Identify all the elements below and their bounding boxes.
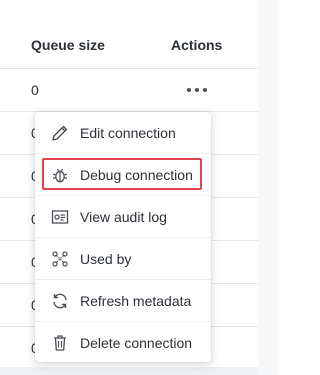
menu-item-label: Delete connection xyxy=(80,335,193,351)
refresh-icon xyxy=(50,291,70,311)
queue-size-cell: 0 xyxy=(31,82,39,98)
dot xyxy=(195,88,199,92)
menu-item-label: View audit log xyxy=(80,209,167,225)
audit-log-icon xyxy=(50,207,70,227)
trash-icon xyxy=(50,333,70,353)
table-footer-divider xyxy=(0,367,258,375)
scroll-gutter xyxy=(258,0,278,375)
dot xyxy=(203,88,207,92)
menu-item-view-audit-log[interactable]: View audit log xyxy=(35,196,211,238)
menu-item-debug-connection[interactable]: Debug connection xyxy=(35,154,211,196)
menu-item-label: Debug connection xyxy=(80,167,193,183)
row-actions-more-button[interactable] xyxy=(185,84,209,96)
column-header-actions: Actions xyxy=(171,37,223,53)
table-row: 0 xyxy=(0,69,258,112)
actions-dropdown-menu: Edit connection Debug connection View au… xyxy=(35,112,211,362)
used-by-icon xyxy=(50,249,70,269)
menu-item-label: Used by xyxy=(80,251,132,267)
table-header: Queue size Actions xyxy=(0,0,278,69)
pencil-icon xyxy=(50,123,70,143)
menu-item-label: Refresh metadata xyxy=(80,293,192,309)
menu-item-label: Edit connection xyxy=(80,125,176,141)
bug-icon xyxy=(50,165,70,185)
menu-item-refresh-metadata[interactable]: Refresh metadata xyxy=(35,280,211,322)
menu-item-used-by[interactable]: Used by xyxy=(35,238,211,280)
dot xyxy=(187,88,191,92)
column-header-queue-size[interactable]: Queue size xyxy=(31,37,105,53)
menu-item-delete-connection[interactable]: Delete connection xyxy=(35,322,211,364)
menu-item-edit-connection[interactable]: Edit connection xyxy=(35,112,211,154)
